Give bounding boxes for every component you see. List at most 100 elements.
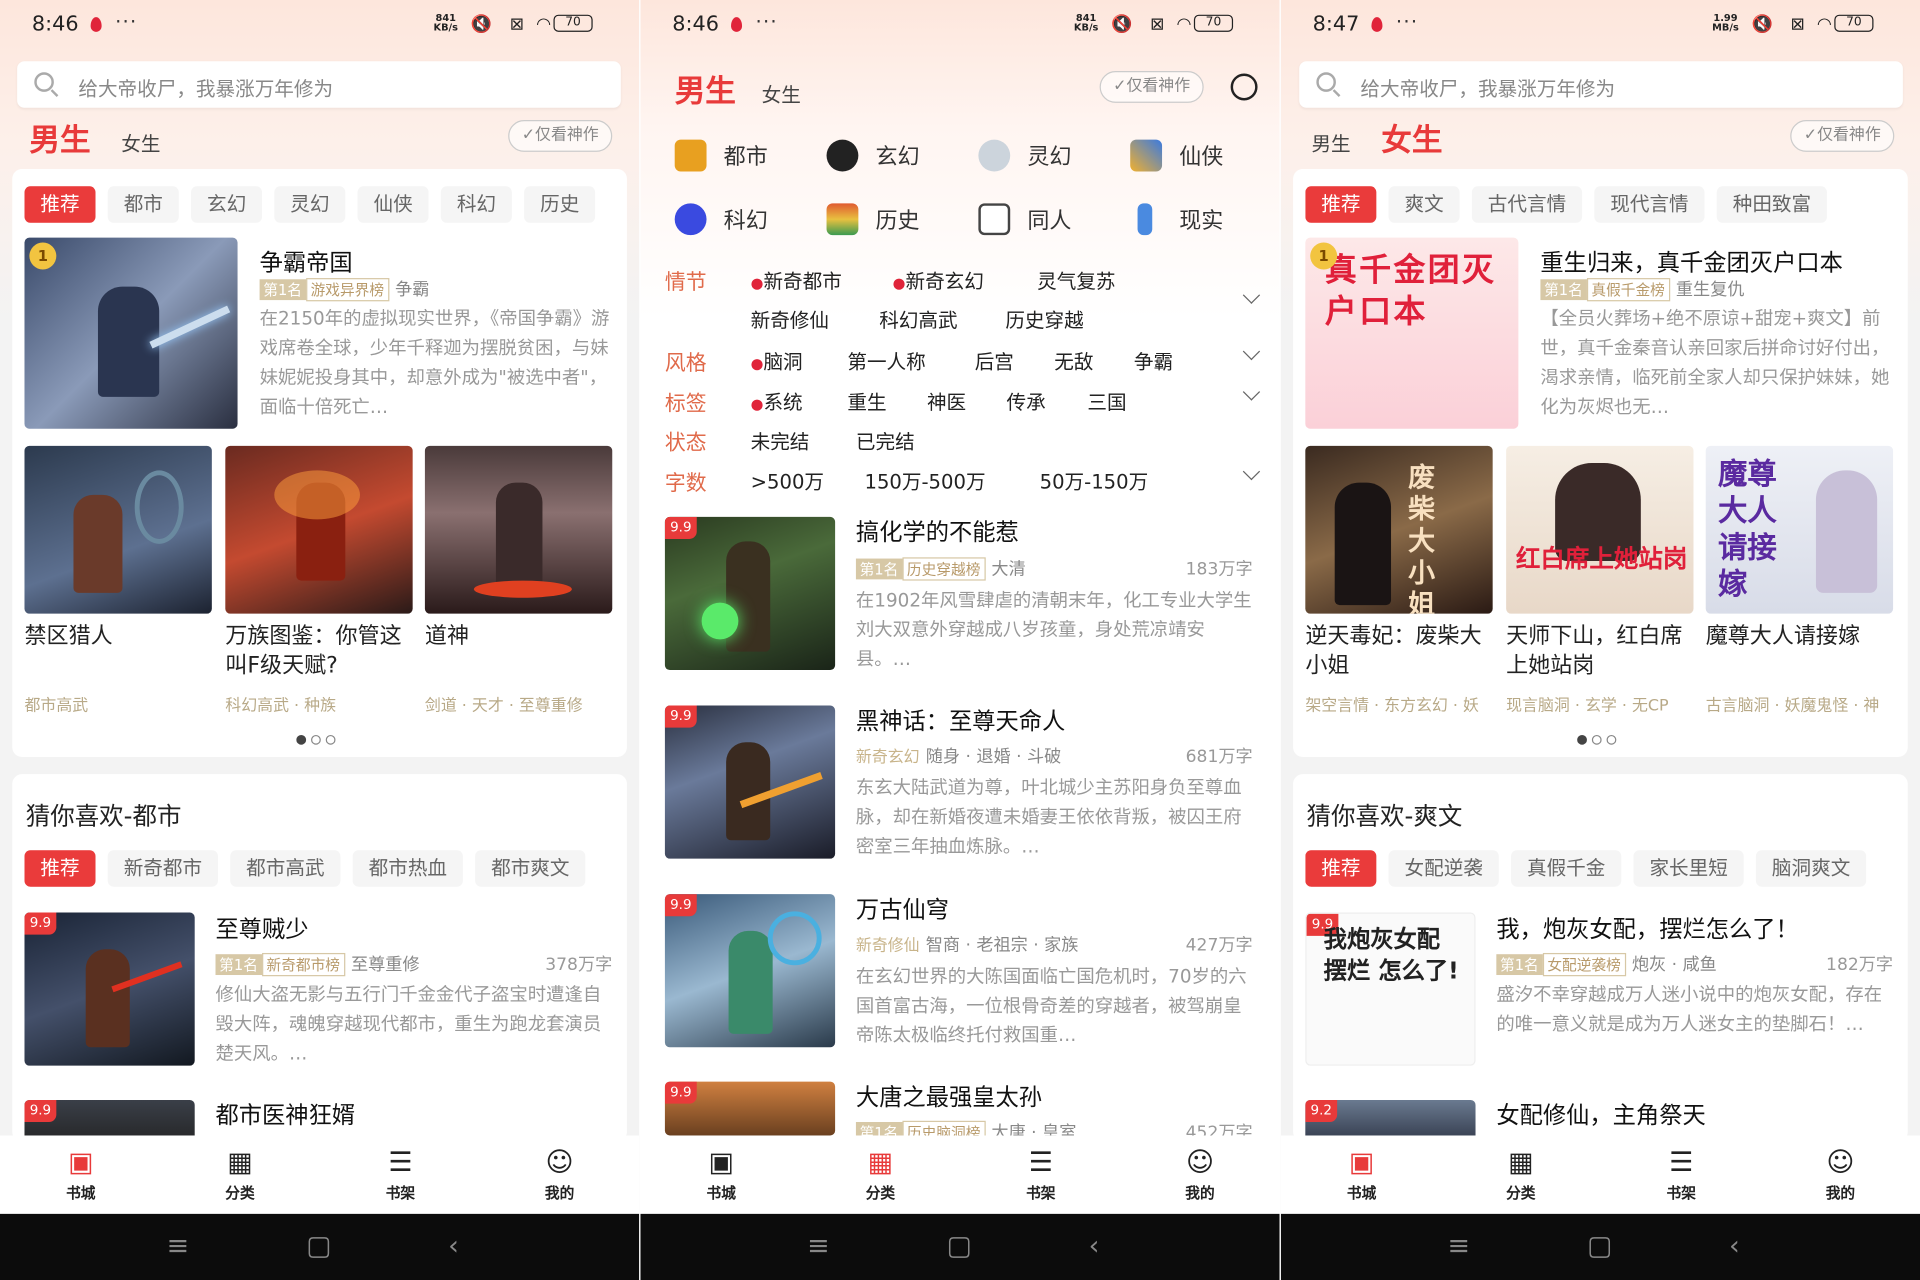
- filter-option[interactable]: 历史穿越: [1005, 304, 1083, 333]
- menu-icon[interactable]: ≡: [807, 1231, 830, 1262]
- book-title[interactable]: 黑神话：至尊天命人: [856, 703, 1065, 736]
- nav-category[interactable]: ▦ 分类: [844, 1145, 917, 1203]
- tab-female[interactable]: 女生: [1381, 116, 1442, 160]
- chip-recommend[interactable]: 推荐: [1305, 850, 1377, 887]
- menu-icon[interactable]: ≡: [1447, 1231, 1470, 1262]
- tab-female[interactable]: 女生: [762, 78, 801, 107]
- chip[interactable]: 都市爽文: [475, 850, 586, 887]
- category-reality[interactable]: 现实: [1118, 196, 1253, 243]
- book-title[interactable]: 争霸帝国: [260, 245, 353, 278]
- tab-male[interactable]: 男生: [675, 67, 736, 111]
- book-cover[interactable]: 9.9 我炮灰女配 摆烂 怎么了!: [1305, 912, 1476, 1066]
- nav-bookshelf[interactable]: ☰ 书架: [1645, 1145, 1718, 1203]
- chip-recommend[interactable]: 推荐: [24, 850, 96, 887]
- filter-option[interactable]: 无敌: [1054, 345, 1093, 374]
- category-fantasy[interactable]: 玄幻: [814, 132, 949, 179]
- chevron-down-icon[interactable]: [1242, 342, 1261, 361]
- filter-option[interactable]: 150万-500万: [864, 465, 985, 494]
- filter-option[interactable]: 重生: [847, 386, 886, 415]
- home-icon[interactable]: ▢: [1587, 1231, 1612, 1262]
- filter-option[interactable]: ●新奇都市: [751, 265, 842, 294]
- chip[interactable]: 脑洞爽文: [1756, 850, 1867, 887]
- book-title[interactable]: 大唐之最强皇太孙: [856, 1079, 1042, 1112]
- book-title[interactable]: 天师下山，红白席上她站岗: [1506, 622, 1690, 681]
- book-title[interactable]: 女配修仙，主角祭天: [1496, 1098, 1705, 1131]
- nav-profile[interactable]: ☺ 我的: [1163, 1145, 1236, 1203]
- book-title[interactable]: 万族图鉴：你管这叫F级天赋?: [225, 622, 409, 681]
- book-title[interactable]: 至尊贼少: [216, 911, 309, 944]
- category-scifi[interactable]: 科幻: [662, 196, 797, 243]
- chip[interactable]: 种田致富: [1716, 186, 1828, 223]
- chip-urban[interactable]: 都市: [107, 186, 179, 223]
- category-history[interactable]: 历史: [814, 196, 949, 243]
- chip[interactable]: 女配逆袭: [1388, 850, 1499, 887]
- only-masterpiece-toggle[interactable]: ✓仅看神作: [508, 120, 613, 152]
- book-cover[interactable]: 魔尊大人请接嫁: [1705, 445, 1894, 614]
- filter-option[interactable]: 神医: [927, 386, 966, 415]
- chip[interactable]: 都市高武: [230, 850, 341, 887]
- chip-scifi[interactable]: 科幻: [440, 186, 512, 223]
- chip-fantasy[interactable]: 玄幻: [191, 186, 263, 223]
- filter-option[interactable]: 50万-150万: [1040, 465, 1149, 494]
- book-title[interactable]: 道神: [425, 622, 609, 651]
- tab-female[interactable]: 女生: [121, 127, 160, 156]
- book-cover[interactable]: 1: [24, 237, 238, 429]
- book-title[interactable]: 魔尊大人请接嫁: [1706, 622, 1890, 651]
- only-masterpiece-toggle[interactable]: ✓仅看神作: [1790, 120, 1895, 152]
- book-cover[interactable]: 9.9: [664, 1081, 836, 1136]
- filter-option[interactable]: 新奇修仙: [751, 304, 829, 333]
- chip[interactable]: 家长里短: [1633, 850, 1744, 887]
- home-icon[interactable]: ▢: [306, 1231, 331, 1262]
- filter-option[interactable]: 三国: [1087, 386, 1126, 415]
- tab-male[interactable]: 男生: [29, 116, 90, 160]
- search-bar[interactable]: 给大帝收尸，我暴涨万年修为: [1299, 61, 1903, 108]
- chip-spirit[interactable]: 灵幻: [274, 186, 346, 223]
- filter-option[interactable]: >500万: [751, 465, 824, 494]
- filter-option[interactable]: 未完结: [751, 425, 810, 454]
- filter-option[interactable]: ●脑洞: [751, 345, 803, 374]
- filter-option[interactable]: ●新奇玄幻: [893, 265, 984, 294]
- filter-option[interactable]: 争霸: [1134, 345, 1173, 374]
- home-icon[interactable]: ▢: [947, 1231, 972, 1262]
- back-icon[interactable]: ‹: [448, 1231, 459, 1262]
- category-fanfic[interactable]: 同人: [966, 196, 1101, 243]
- only-masterpiece-toggle[interactable]: ✓仅看神作: [1099, 71, 1204, 103]
- category-spirit[interactable]: 灵幻: [966, 132, 1101, 179]
- book-title[interactable]: 我，炮灰女配，摆烂怎么了！: [1496, 911, 1798, 944]
- chip[interactable]: 现代言情: [1594, 186, 1705, 223]
- chip-xianxia[interactable]: 仙侠: [357, 186, 429, 223]
- book-cover[interactable]: 9.9: [664, 516, 836, 671]
- chip[interactable]: 爽文: [1388, 186, 1460, 223]
- chip[interactable]: 古代言情: [1471, 186, 1583, 223]
- chip[interactable]: 都市热血: [352, 850, 463, 887]
- book-cover[interactable]: 废柴大小姐: [1305, 445, 1493, 614]
- filter-option[interactable]: 已完结: [856, 425, 915, 454]
- chip-recommend[interactable]: 推荐: [24, 186, 96, 223]
- book-title[interactable]: 搞化学的不能惹: [856, 514, 1019, 547]
- nav-category[interactable]: ▦ 分类: [1484, 1145, 1557, 1203]
- back-icon[interactable]: ‹: [1729, 1231, 1740, 1262]
- book-cover[interactable]: 9.9: [664, 705, 836, 859]
- nav-profile[interactable]: ☺ 我的: [1804, 1145, 1877, 1203]
- chip-recommend[interactable]: 推荐: [1305, 186, 1377, 223]
- nav-category[interactable]: ▦ 分类: [203, 1145, 276, 1203]
- book-cover[interactable]: [424, 445, 613, 614]
- chip[interactable]: 新奇都市: [107, 850, 218, 887]
- nav-bookstore[interactable]: ▣ 书城: [1325, 1145, 1398, 1203]
- category-xianxia[interactable]: 仙侠: [1118, 132, 1253, 179]
- search-icon[interactable]: [1230, 73, 1258, 101]
- nav-bookstore[interactable]: ▣ 书城: [44, 1145, 117, 1203]
- filter-option[interactable]: 第一人称: [847, 345, 925, 374]
- filter-option[interactable]: ●系统: [751, 386, 803, 415]
- filter-option[interactable]: 后宫: [975, 345, 1014, 374]
- chip-history[interactable]: 历史: [524, 186, 596, 223]
- filter-option[interactable]: 灵气复苏: [1037, 265, 1115, 294]
- book-cover[interactable]: [24, 445, 212, 614]
- chip[interactable]: 真假千金: [1511, 850, 1622, 887]
- tab-male[interactable]: 男生: [1311, 127, 1350, 156]
- book-cover[interactable]: 红白席上她站岗: [1506, 445, 1694, 614]
- book-cover[interactable]: [225, 445, 413, 614]
- book-title[interactable]: 禁区猎人: [24, 622, 208, 651]
- chevron-down-icon[interactable]: [1242, 462, 1261, 481]
- filter-option[interactable]: 科幻高武: [879, 304, 957, 333]
